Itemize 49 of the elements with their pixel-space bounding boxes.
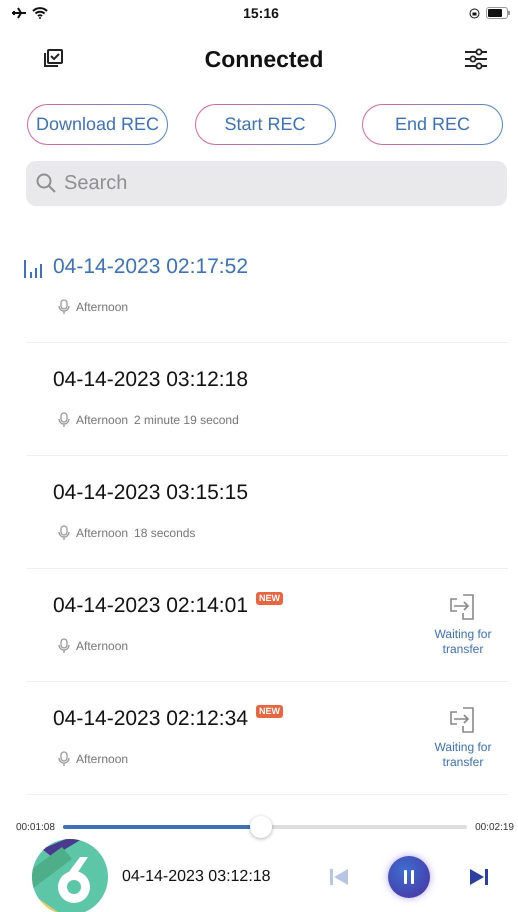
recording-time-of-day: Afternoon xyxy=(76,300,128,314)
recording-time-of-day: Afternoon xyxy=(76,752,128,766)
select-list-icon[interactable] xyxy=(42,48,64,70)
total-time: 00:02:19 xyxy=(475,822,514,832)
recording-duration: 2 minute 19 second xyxy=(134,413,239,427)
recording-duration: 18 seconds xyxy=(134,526,196,540)
clock-time: 15:16 xyxy=(243,5,279,21)
audio-bars-icon xyxy=(23,258,43,278)
search-icon xyxy=(36,173,56,193)
skip-forward-icon xyxy=(470,869,488,885)
microphone-icon xyxy=(58,638,70,654)
screen-title: Connected xyxy=(204,46,324,72)
progress-handle[interactable] xyxy=(250,816,272,838)
microphone-icon xyxy=(58,525,70,541)
microphone-icon xyxy=(58,299,70,315)
new-badge: NEW xyxy=(256,592,283,605)
pause-button[interactable] xyxy=(388,856,430,898)
recording-row[interactable]: 04-14-2023 02:17:52 Afternoon xyxy=(27,230,508,343)
recording-title: 04-14-2023 03:15:15 xyxy=(53,481,248,505)
recording-title: 04-14-2023 02:12:34 xyxy=(53,707,248,731)
recording-row[interactable]: 04-14-2023 03:12:18 Afternoon 2 minute 19 second xyxy=(27,343,508,456)
recording-title: 04-14-2023 02:14:01 xyxy=(53,594,248,618)
elapsed-time: 00:01:08 xyxy=(16,822,55,832)
settings-icon[interactable] xyxy=(464,48,488,70)
transfer-status: Waiting for transfer xyxy=(434,627,492,657)
recording-row[interactable]: 04-14-2023 03:15:15 Afternoon 18 seconds xyxy=(27,456,508,569)
rotation-lock-icon xyxy=(469,8,480,18)
battery-icon xyxy=(486,7,510,19)
recording-row[interactable]: 04-14-2023 02:12:34 NEW Afternoon Waiting for transfer xyxy=(27,682,508,795)
airplane-icon xyxy=(12,7,26,19)
now-playing-title: 04-14-2023 03:12:18 xyxy=(122,868,272,886)
recording-time-of-day: Afternoon xyxy=(76,413,128,427)
next-button[interactable] xyxy=(470,869,488,885)
pause-icon xyxy=(403,870,415,884)
microphone-icon xyxy=(58,751,70,767)
new-badge: NEW xyxy=(256,705,283,718)
search-field[interactable]: Search xyxy=(26,161,507,206)
start-record-button[interactable]: Start REC xyxy=(194,104,336,145)
recording-time-of-day: Afternoon xyxy=(76,526,128,540)
recording-time-of-day: Afternoon xyxy=(76,639,128,653)
recording-title: 04-14-2023 03:12:18 xyxy=(53,368,248,392)
transfer-status: Waiting for transfer xyxy=(434,740,492,770)
microphone-icon xyxy=(58,412,70,428)
recording-title: 04-14-2023 02:17:52 xyxy=(53,255,248,279)
recording-row[interactable]: 04-14-2023 02:14:01 NEW Afternoon Waiting for transfer xyxy=(27,569,508,682)
skip-back-icon xyxy=(330,869,348,885)
download-button[interactable]: Download REC xyxy=(27,104,168,145)
end-record-button[interactable]: End REC xyxy=(362,104,503,145)
wifi-icon xyxy=(32,7,48,19)
